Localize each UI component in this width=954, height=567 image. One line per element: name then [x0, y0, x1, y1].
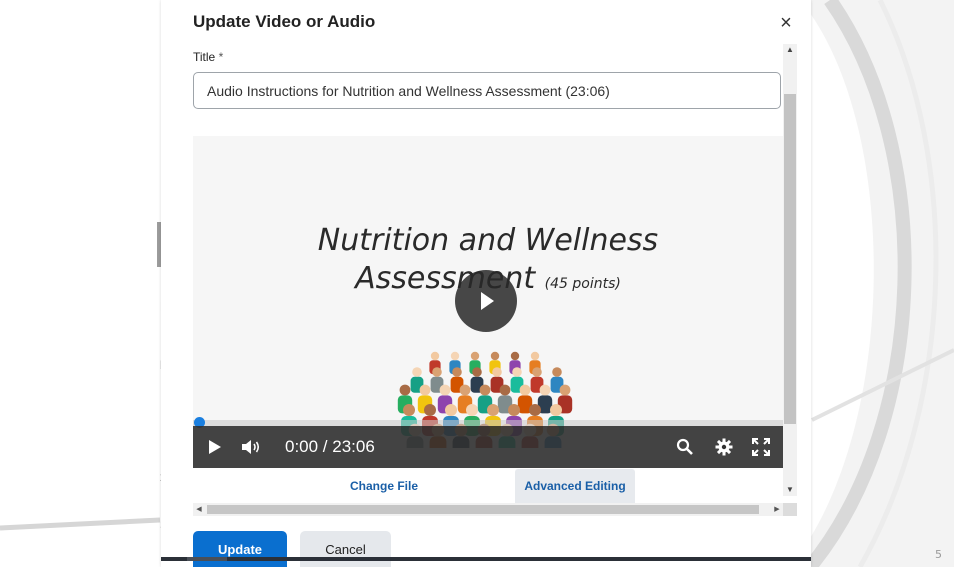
- cancel-button[interactable]: Cancel: [300, 531, 391, 567]
- vertical-scrollbar[interactable]: ▲ ▼: [783, 44, 797, 496]
- search-icon[interactable]: [671, 426, 699, 468]
- scroll-right-icon[interactable]: ▶: [771, 503, 783, 516]
- change-file-button[interactable]: Change File: [323, 469, 445, 503]
- play-icon[interactable]: [201, 426, 229, 468]
- horizontal-scrollbar[interactable]: ◀ ▶: [193, 503, 783, 516]
- title-input[interactable]: [193, 72, 781, 109]
- scroll-up-icon[interactable]: ▲: [783, 44, 797, 56]
- update-media-dialog: Update Video or Audio × Title * ▲ ▼ Nutr…: [161, 0, 811, 567]
- player-controls: 0:00 / 23:06: [193, 426, 783, 468]
- horizontal-scrollbar-thumb[interactable]: [207, 505, 759, 514]
- big-play-button[interactable]: [455, 270, 517, 332]
- time-display: 0:00 / 23:06: [285, 437, 375, 456]
- volume-icon[interactable]: [237, 426, 265, 468]
- fullscreen-icon[interactable]: [747, 426, 775, 468]
- scroll-left-icon[interactable]: ◀: [193, 503, 205, 516]
- scrollbar-thumb[interactable]: [784, 94, 796, 424]
- slide-title-line1: Nutrition and Wellness: [317, 223, 659, 258]
- close-icon: ×: [780, 12, 792, 34]
- slide-number: 5: [935, 548, 942, 561]
- update-button[interactable]: Update: [193, 531, 287, 567]
- required-marker: *: [218, 50, 224, 64]
- video-player[interactable]: Nutrition and Wellness Assessment (45 po…: [193, 136, 783, 468]
- advanced-editing-button[interactable]: Advanced Editing: [515, 469, 635, 503]
- title-label-text: Title: [193, 50, 216, 64]
- scroll-down-icon[interactable]: ▼: [783, 484, 797, 496]
- scrollbar-corner: [783, 503, 797, 516]
- settings-gear-icon[interactable]: [710, 426, 738, 468]
- bottom-bar: [161, 557, 811, 561]
- close-button[interactable]: ×: [775, 12, 797, 34]
- dialog-title: Update Video or Audio: [193, 12, 376, 31]
- title-field-label: Title *: [193, 50, 223, 64]
- slide-points: (45 points): [544, 276, 621, 292]
